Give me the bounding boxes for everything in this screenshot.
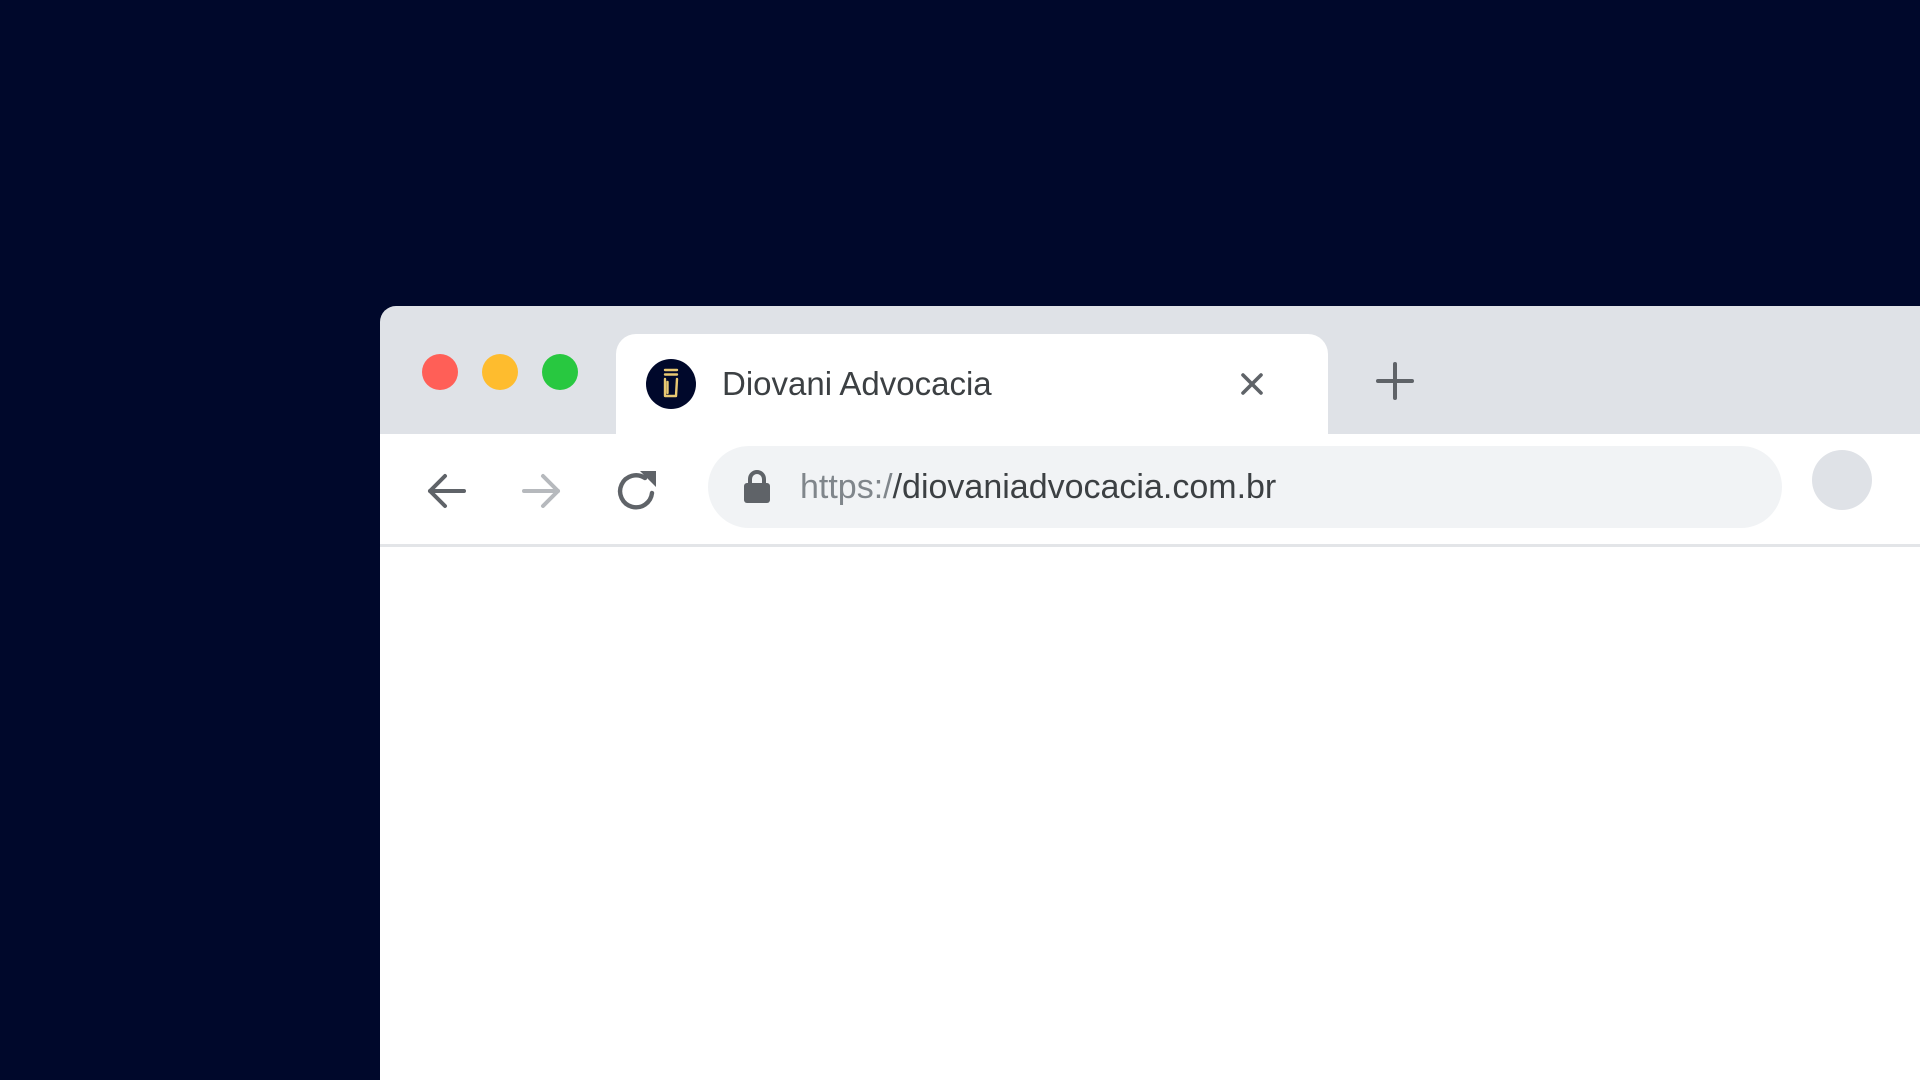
lock-icon[interactable] (742, 468, 772, 504)
window-maximize-button[interactable] (542, 354, 578, 390)
window-minimize-button[interactable] (482, 354, 518, 390)
browser-toolbar: https://diovaniadvocacia.com.br (380, 434, 1920, 546)
tab-title: Diovani Advocacia (722, 365, 992, 402)
browser-window: Diovani Advocacia https://diovaniadvocac… (380, 306, 1920, 1080)
url-text: https://diovaniadvocacia.com.br (800, 464, 1276, 510)
url-host: /diovaniadvocacia.com.br (892, 468, 1277, 506)
reload-icon[interactable] (614, 468, 660, 514)
arrow-right-icon[interactable] (518, 468, 564, 514)
plus-icon[interactable] (1374, 360, 1416, 402)
window-close-button[interactable] (422, 354, 458, 390)
tab-strip: Diovani Advocacia (380, 306, 1920, 434)
url-scheme: https:/ (800, 468, 893, 506)
tab-diovani-advocacia[interactable]: Diovani Advocacia (616, 334, 1328, 434)
diovani-logo-glyph (663, 368, 679, 398)
close-icon[interactable] (1236, 368, 1268, 400)
diovani-logo-icon (646, 359, 696, 409)
address-bar[interactable]: https://diovaniadvocacia.com.br (708, 446, 1782, 528)
page-content (380, 547, 1920, 1080)
avatar[interactable] (1812, 450, 1872, 510)
arrow-left-icon[interactable] (424, 468, 470, 514)
